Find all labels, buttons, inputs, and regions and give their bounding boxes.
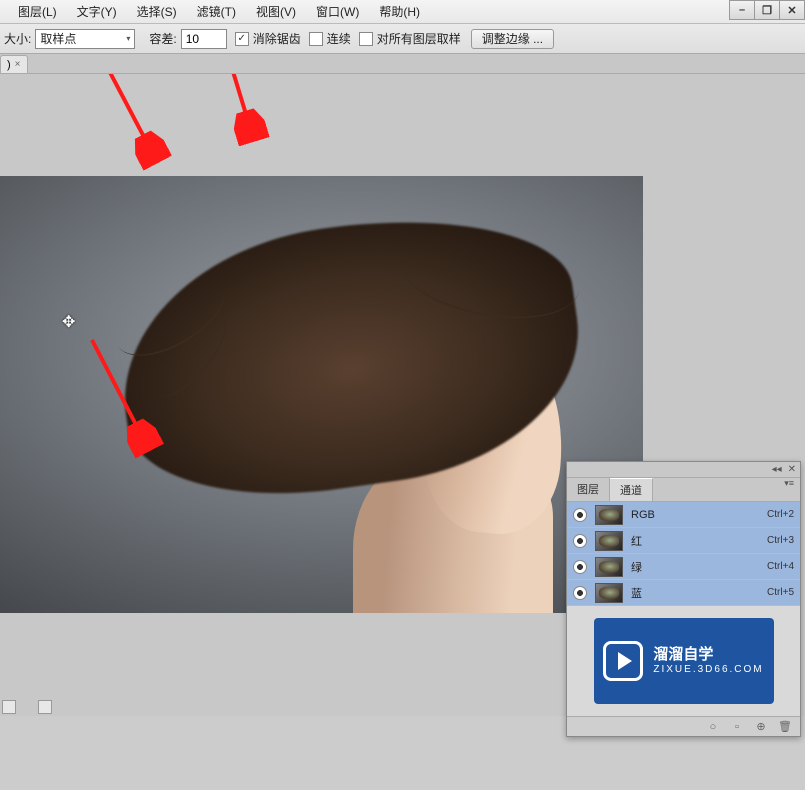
magic-wand-cursor: ✥ xyxy=(62,312,75,332)
document-tab-label: ) xyxy=(7,59,11,71)
document-tab[interactable]: ) × xyxy=(0,55,28,73)
channel-list: RGB Ctrl+2 红 Ctrl+3 绿 Ctrl+4 蓝 Ctrl+5 xyxy=(567,502,800,606)
menu-text[interactable]: 文字(Y) xyxy=(67,3,127,20)
save-selection-icon[interactable]: ▫ xyxy=(730,721,744,733)
panel-close-icon[interactable]: ✕ xyxy=(788,464,796,475)
maximize-button[interactable]: ❐ xyxy=(754,0,780,20)
panel-empty-area: 溜溜自学 ZIXUE.3D66.COM xyxy=(567,606,800,716)
size-label: 大小: xyxy=(4,30,31,47)
visibility-eye-icon[interactable] xyxy=(573,560,587,574)
panel-tab-strip: 图层 通道 ▾≡ xyxy=(567,478,800,502)
tolerance-input[interactable] xyxy=(181,29,227,49)
menu-view[interactable]: 视图(V) xyxy=(246,3,306,20)
size-dropdown[interactable]: 取样点 ▾ xyxy=(35,29,135,49)
panel-menu-icon[interactable]: ▾≡ xyxy=(778,478,800,501)
window-buttons: – ❐ ✕ xyxy=(730,0,805,20)
all-layers-option[interactable]: 对所有图层取样 xyxy=(359,30,461,47)
document-canvas[interactable] xyxy=(0,176,643,613)
contiguous-checkbox[interactable] xyxy=(309,32,323,46)
antialias-label: 消除锯齿 xyxy=(253,30,301,47)
panel-header: ◂◂ ✕ xyxy=(567,462,800,478)
panel-collapse-icon[interactable]: ◂◂ xyxy=(772,464,782,475)
scroll-corner xyxy=(38,700,52,714)
visibility-eye-icon[interactable] xyxy=(573,508,587,522)
document-tab-strip: ) × xyxy=(0,54,805,74)
channel-thumbnail xyxy=(595,557,623,577)
channel-shortcut: Ctrl+2 xyxy=(767,509,794,520)
channel-name: 绿 xyxy=(631,559,767,575)
channel-row-red[interactable]: 红 Ctrl+3 xyxy=(567,528,800,554)
channel-name: RGB xyxy=(631,509,767,521)
menu-help[interactable]: 帮助(H) xyxy=(369,3,430,20)
close-button[interactable]: ✕ xyxy=(779,0,805,20)
menu-select[interactable]: 选择(S) xyxy=(127,3,187,20)
channel-shortcut: Ctrl+5 xyxy=(767,587,794,598)
menu-layer[interactable]: 图层(L) xyxy=(8,3,67,20)
visibility-eye-icon[interactable] xyxy=(573,534,587,548)
menu-window[interactable]: 窗口(W) xyxy=(306,3,369,20)
channel-shortcut: Ctrl+3 xyxy=(767,535,794,546)
menu-filter[interactable]: 滤镜(T) xyxy=(187,3,246,20)
channel-thumbnail xyxy=(595,583,623,603)
menu-bar: 图层(L) 文字(Y) 选择(S) 滤镜(T) 视图(V) 窗口(W) 帮助(H… xyxy=(0,0,805,24)
refine-edge-button[interactable]: 调整边缘 ... xyxy=(471,29,554,49)
scroll-corner xyxy=(2,700,16,714)
delete-channel-icon[interactable]: 🗑 xyxy=(778,720,792,733)
new-channel-icon[interactable]: ⊕ xyxy=(754,720,768,733)
channel-row-blue[interactable]: 蓝 Ctrl+5 xyxy=(567,580,800,606)
tolerance-label: 容差: xyxy=(149,30,176,47)
visibility-eye-icon[interactable] xyxy=(573,586,587,600)
contiguous-label: 连续 xyxy=(327,30,351,47)
chevron-down-icon: ▾ xyxy=(126,34,130,43)
options-bar: 大小: 取样点 ▾ 容差: 消除锯齿 连续 对所有图层取样 调整边缘 ... xyxy=(0,24,805,54)
close-tab-icon[interactable]: × xyxy=(15,59,21,70)
channel-name: 蓝 xyxy=(631,585,767,601)
watermark-text: 溜溜自学 ZIXUE.3D66.COM xyxy=(653,646,763,676)
all-layers-checkbox[interactable] xyxy=(359,32,373,46)
all-layers-label: 对所有图层取样 xyxy=(377,30,461,47)
channel-thumbnail xyxy=(595,505,623,525)
size-dropdown-value: 取样点 xyxy=(40,30,76,47)
channel-name: 红 xyxy=(631,533,767,549)
antialias-option[interactable]: 消除锯齿 xyxy=(235,30,301,47)
channels-panel: ◂◂ ✕ 图层 通道 ▾≡ RGB Ctrl+2 红 Ctrl+3 绿 Ctrl… xyxy=(566,461,801,737)
antialias-checkbox[interactable] xyxy=(235,32,249,46)
channel-row-green[interactable]: 绿 Ctrl+4 xyxy=(567,554,800,580)
channel-shortcut: Ctrl+4 xyxy=(767,561,794,572)
load-selection-icon[interactable]: ○ xyxy=(706,721,720,733)
channel-thumbnail xyxy=(595,531,623,551)
channel-row-rgb[interactable]: RGB Ctrl+2 xyxy=(567,502,800,528)
tab-channels[interactable]: 通道 xyxy=(610,478,653,501)
tab-layers[interactable]: 图层 xyxy=(567,478,610,501)
minimize-button[interactable]: – xyxy=(729,0,755,20)
contiguous-option[interactable]: 连续 xyxy=(309,30,351,47)
watermark-badge: 溜溜自学 ZIXUE.3D66.COM xyxy=(594,618,774,704)
play-icon xyxy=(603,641,643,681)
panel-footer: ○ ▫ ⊕ 🗑 xyxy=(567,716,800,736)
